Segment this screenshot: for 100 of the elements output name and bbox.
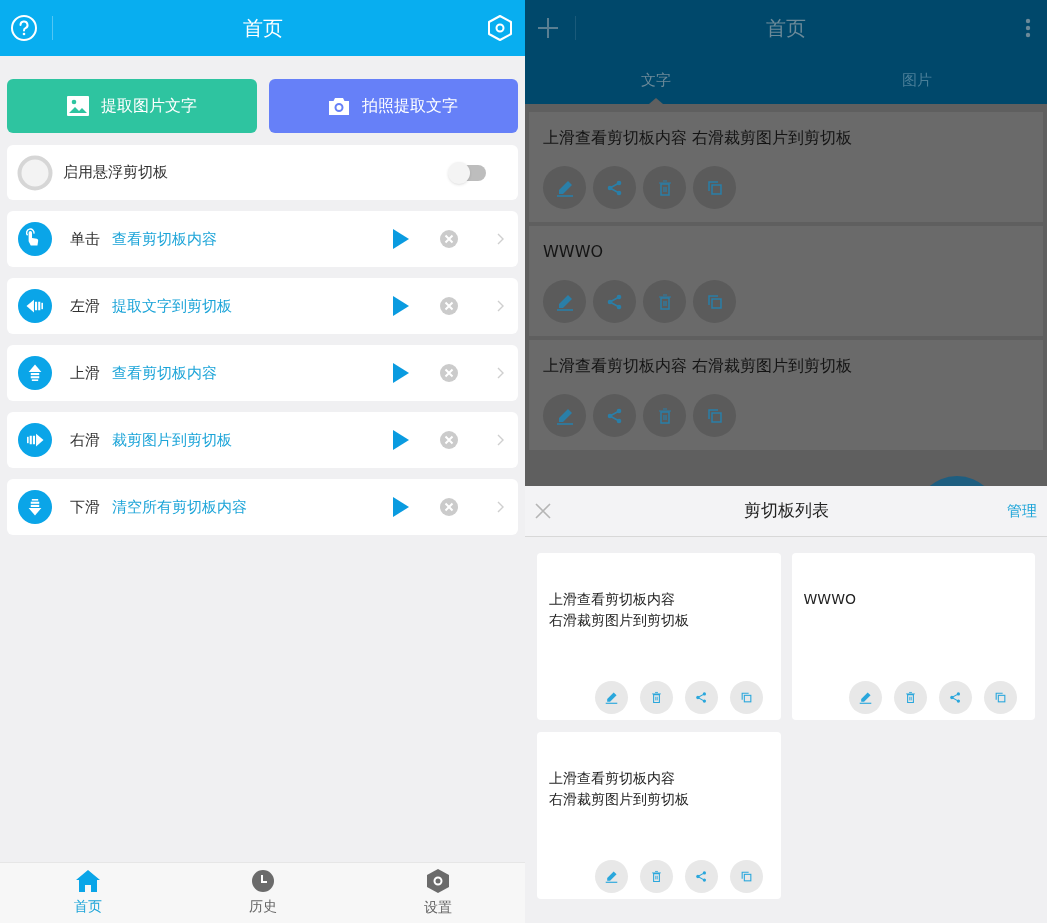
edit-icon bbox=[604, 870, 618, 883]
chevron-right-icon bbox=[497, 434, 504, 446]
edit-button[interactable] bbox=[543, 166, 586, 209]
gesture-row[interactable]: 上滑 查看剪切板内容 bbox=[7, 345, 518, 401]
clip-text: 上滑查看剪切板内容 bbox=[549, 590, 675, 609]
image-icon bbox=[66, 96, 89, 116]
gesture-row[interactable]: 单击 查看剪切板内容 bbox=[7, 211, 518, 267]
settings-icon bbox=[426, 868, 449, 893]
tab[interactable]: 文字 bbox=[525, 56, 786, 104]
gesture-row[interactable]: 左滑 提取文字到剪切板 bbox=[7, 278, 518, 334]
clear-icon[interactable] bbox=[440, 230, 458, 248]
gesture-label: 上滑 bbox=[70, 362, 100, 384]
edit-icon bbox=[555, 406, 574, 425]
clip-card[interactable]: 上滑查看剪切板内容 右滑裁剪图片到剪切板 bbox=[537, 732, 781, 899]
chevron-right-icon bbox=[497, 501, 504, 513]
chevron-right-icon bbox=[497, 233, 504, 245]
edit-button[interactable] bbox=[543, 394, 586, 437]
edit-icon bbox=[555, 178, 574, 197]
swipe-up-icon bbox=[18, 356, 52, 390]
copy-button[interactable] bbox=[984, 681, 1017, 714]
clip-text: WWWO bbox=[543, 241, 605, 263]
settings-icon[interactable] bbox=[487, 14, 513, 42]
nav-tab[interactable]: 历史 bbox=[175, 863, 350, 923]
copy-button[interactable] bbox=[693, 166, 736, 209]
copy-button[interactable] bbox=[729, 681, 763, 714]
tab[interactable]: 图片 bbox=[786, 56, 1047, 104]
edit-button[interactable] bbox=[849, 681, 882, 714]
copy-button[interactable] bbox=[693, 280, 736, 323]
clear-icon[interactable] bbox=[440, 431, 458, 449]
edit-button[interactable] bbox=[543, 280, 586, 323]
play-icon[interactable] bbox=[392, 296, 410, 316]
clear-icon[interactable] bbox=[440, 498, 458, 516]
gesture-action[interactable]: 裁剪图片到剪切板 bbox=[112, 428, 232, 452]
edit-button[interactable] bbox=[594, 860, 628, 893]
gesture-action[interactable]: 查看剪切板内容 bbox=[112, 227, 217, 251]
camera-icon bbox=[328, 96, 351, 116]
clip-text: 上滑查看剪切板内容 右滑裁剪图片到剪切板 bbox=[543, 127, 854, 149]
swipe-left-icon bbox=[18, 289, 52, 323]
edit-icon bbox=[555, 292, 574, 311]
page-title: 首页 bbox=[242, 15, 283, 42]
delete-button[interactable] bbox=[894, 681, 927, 714]
share-button[interactable] bbox=[593, 166, 636, 209]
play-icon[interactable] bbox=[392, 229, 410, 249]
help-icon[interactable] bbox=[10, 14, 38, 42]
home-icon bbox=[75, 869, 100, 892]
share-icon bbox=[605, 178, 624, 197]
delete-icon bbox=[649, 691, 663, 704]
share-icon bbox=[605, 292, 624, 311]
clear-icon[interactable] bbox=[440, 364, 458, 382]
delete-button[interactable] bbox=[639, 860, 673, 893]
gesture-action[interactable]: 清空所有剪切板内容 bbox=[112, 495, 247, 519]
share-button[interactable] bbox=[593, 394, 636, 437]
manage-link[interactable]: 管理 bbox=[1007, 499, 1037, 523]
toggle-switch[interactable] bbox=[448, 161, 486, 184]
clip-card[interactable]: WWWO bbox=[791, 553, 1035, 720]
share-button[interactable] bbox=[684, 860, 718, 893]
share-button[interactable] bbox=[593, 280, 636, 323]
chevron-right-icon bbox=[497, 300, 504, 312]
camera-ocr-button[interactable]: 拍照提取文字 bbox=[268, 79, 518, 133]
copy-icon bbox=[705, 178, 724, 197]
gesture-row[interactable]: 右滑 裁剪图片到剪切板 bbox=[7, 412, 518, 468]
chevron-right-icon bbox=[497, 367, 504, 379]
share-button[interactable] bbox=[684, 681, 718, 714]
clip-text: 上滑查看剪切板内容 右滑裁剪图片到剪切板 bbox=[543, 355, 854, 377]
clip-card[interactable]: 上滑查看剪切板内容 右滑裁剪图片到剪切板 bbox=[537, 553, 781, 720]
bubble-icon bbox=[17, 154, 53, 191]
delete-icon bbox=[649, 870, 663, 883]
image-ocr-button[interactable]: 提取图片文字 bbox=[7, 79, 257, 133]
copy-button[interactable] bbox=[729, 860, 763, 893]
gesture-action[interactable]: 提取文字到剪切板 bbox=[112, 294, 232, 318]
play-icon[interactable] bbox=[392, 497, 410, 517]
edit-icon bbox=[604, 691, 618, 704]
clear-icon[interactable] bbox=[440, 297, 458, 315]
nav-tab[interactable]: 设置 bbox=[350, 863, 525, 923]
close-icon[interactable] bbox=[535, 503, 551, 519]
copy-button[interactable] bbox=[693, 394, 736, 437]
gesture-row[interactable]: 下滑 清空所有剪切板内容 bbox=[7, 479, 518, 535]
clip-card[interactable]: WWWO bbox=[529, 226, 1043, 336]
delete-button[interactable] bbox=[643, 280, 686, 323]
delete-button[interactable] bbox=[643, 166, 686, 209]
toggle-label: 启用悬浮剪切板 bbox=[63, 162, 168, 184]
share-button[interactable] bbox=[939, 681, 972, 714]
edit-button[interactable] bbox=[594, 681, 628, 714]
clip-card[interactable]: 上滑查看剪切板内容 右滑裁剪图片到剪切板 bbox=[529, 112, 1043, 222]
clip-card[interactable]: 上滑查看剪切板内容 右滑裁剪图片到剪切板 bbox=[529, 340, 1043, 450]
nav-tab[interactable]: 首页 bbox=[0, 863, 175, 923]
play-icon[interactable] bbox=[392, 430, 410, 450]
swipe-down-icon bbox=[18, 490, 52, 524]
gesture-action[interactable]: 查看剪切板内容 bbox=[112, 361, 217, 385]
delete-button[interactable] bbox=[643, 394, 686, 437]
play-icon[interactable] bbox=[392, 363, 410, 383]
share-icon bbox=[694, 870, 708, 883]
add-icon[interactable] bbox=[537, 17, 559, 39]
copy-icon bbox=[705, 292, 724, 311]
delete-icon bbox=[904, 691, 917, 704]
delete-button[interactable] bbox=[639, 681, 673, 714]
tap-gesture-icon bbox=[18, 222, 52, 256]
copy-icon bbox=[705, 406, 724, 425]
more-icon[interactable] bbox=[1025, 18, 1031, 38]
page-title: 首页 bbox=[766, 15, 806, 42]
